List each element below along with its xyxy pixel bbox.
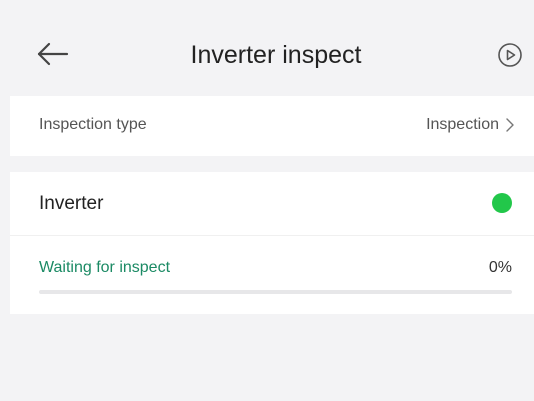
- play-circle-icon: [498, 43, 522, 67]
- play-button[interactable]: [498, 43, 522, 67]
- progress-percent: 0%: [488, 259, 512, 276]
- device-row: Inverter: [10, 172, 534, 236]
- inspection-type-selector[interactable]: Inspection: [426, 116, 515, 134]
- inspection-type-row[interactable]: Inspection type Inspection: [10, 96, 534, 156]
- progress-bar: [39, 290, 512, 294]
- device-card: Inverter Waiting for inspect 0%: [10, 172, 534, 314]
- status-dot: [492, 193, 512, 213]
- app-header: Inverter inspect: [0, 0, 534, 96]
- device-name: Inverter: [39, 193, 104, 214]
- inspect-status-text: Waiting for inspect: [39, 259, 171, 276]
- page-title: Inverter inspect: [190, 41, 362, 69]
- chevron-right-icon: [506, 118, 514, 132]
- inspection-type-value: Inspection: [426, 116, 499, 133]
- inspection-type-label: Inspection type: [39, 116, 147, 133]
